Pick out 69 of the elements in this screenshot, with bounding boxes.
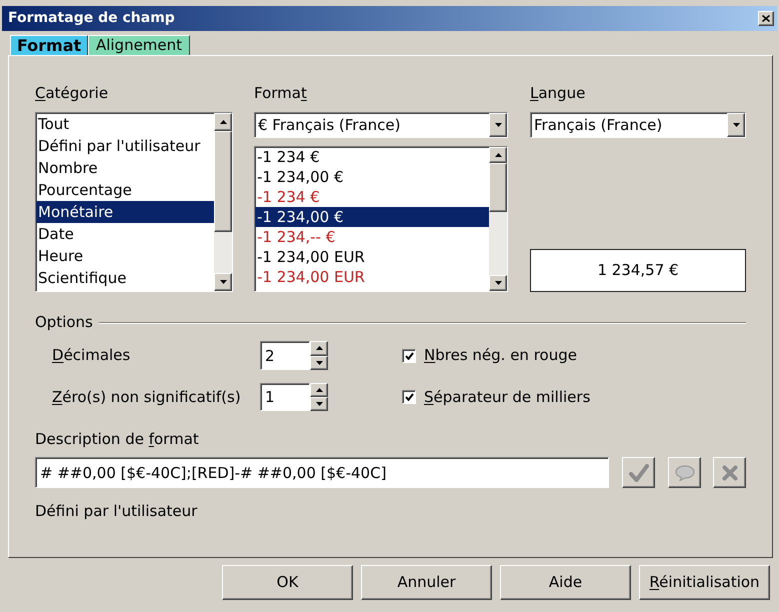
dialog-button[interactable]: Réinitialisation (639, 565, 770, 600)
cross-icon (722, 464, 738, 480)
spin-down-button[interactable] (310, 356, 328, 370)
dropdown-arrow-button[interactable] (489, 113, 507, 137)
field-label: Décimales (52, 347, 130, 364)
caret-down-icon (316, 402, 322, 406)
caret-up-icon (316, 346, 322, 350)
caret-up-icon (316, 388, 322, 392)
dialog-button[interactable]: OK (222, 565, 353, 600)
list-item[interactable]: Scientifique (36, 267, 214, 289)
list-item[interactable]: Date (36, 223, 214, 245)
tab[interactable]: Format (10, 35, 88, 55)
field-label: Catégorie (35, 85, 108, 102)
caret-down-icon (316, 360, 322, 365)
list-item[interactable]: Défini par l'utilisateur (36, 135, 214, 157)
scroll-down-button[interactable] (489, 275, 507, 291)
caret-down-icon (494, 123, 502, 127)
list-item[interactable]: -1 234 € (255, 187, 489, 207)
list-item[interactable]: -1 234,00 EUR (255, 267, 489, 287)
checkbox[interactable] (402, 348, 416, 362)
caret-down-icon (494, 281, 502, 285)
section-title: Options (35, 314, 93, 331)
spin-up-button[interactable] (310, 341, 328, 356)
list-item[interactable]: Pourcentage (36, 179, 214, 201)
checkbox[interactable] (402, 390, 416, 404)
window-title: Formatage de champ (8, 9, 176, 28)
close-button[interactable] (758, 11, 774, 26)
speech-bubble-icon (674, 464, 694, 480)
spin-up-button[interactable] (310, 383, 328, 397)
list-item[interactable]: Nombre (36, 157, 214, 179)
list-item[interactable]: -1 234,00 EUR (255, 247, 489, 267)
format-preview: 1 234,57 € (530, 249, 746, 292)
caret-up-icon (220, 120, 226, 124)
field-label: Format (254, 85, 307, 102)
dialog-button[interactable]: Annuler (361, 565, 492, 600)
number-field[interactable]: 1 (260, 383, 310, 411)
format-code-field[interactable]: # ##0,00 [$€-40C];[RED]-# ##0,00 [$€-40C] (35, 457, 609, 488)
caret-down-icon (220, 280, 226, 284)
number-field[interactable]: 2 (260, 341, 310, 370)
scroll-down-button[interactable] (214, 273, 232, 291)
list-item[interactable]: -1 234 € (255, 147, 489, 167)
caret-up-icon (494, 153, 502, 157)
list-item[interactable]: -1 234,00 € (255, 167, 489, 187)
scroll-up-button[interactable] (214, 113, 232, 131)
dropdown[interactable]: Français (France) (530, 112, 746, 138)
scrollbar[interactable] (214, 113, 232, 291)
list-item[interactable]: Monétaire (36, 201, 214, 223)
dropdown[interactable]: € Français (France) (254, 112, 508, 138)
format-comment: Défini par l'utilisateur (35, 503, 198, 520)
scrollbar-thumb[interactable] (214, 131, 232, 232)
list-item[interactable]: Heure (36, 245, 214, 267)
field-label: Description de format (35, 431, 199, 448)
list-item[interactable]: Tout (36, 113, 214, 135)
tab[interactable]: Alignement (88, 35, 190, 55)
dropdown-arrow-button[interactable] (727, 113, 745, 137)
caret-down-icon (732, 123, 740, 127)
checkbox-label: Nbres nég. en rouge (424, 347, 577, 364)
field-label: Langue (530, 85, 586, 102)
close-icon (762, 15, 770, 22)
field-label: Zéro(s) non significatif(s) (52, 388, 241, 406)
scroll-up-button[interactable] (489, 147, 507, 163)
list-item[interactable]: -1 234,-- € (255, 227, 489, 247)
scrollbar-thumb[interactable] (489, 163, 507, 212)
checkmark-icon (628, 464, 648, 482)
scrollbar[interactable] (489, 147, 507, 291)
checkbox-label: Séparateur de milliers (424, 388, 590, 406)
spin-down-button[interactable] (310, 397, 328, 411)
dialog-button[interactable]: Aide (500, 565, 631, 600)
list-item[interactable]: -1 234,00 € (255, 207, 489, 227)
